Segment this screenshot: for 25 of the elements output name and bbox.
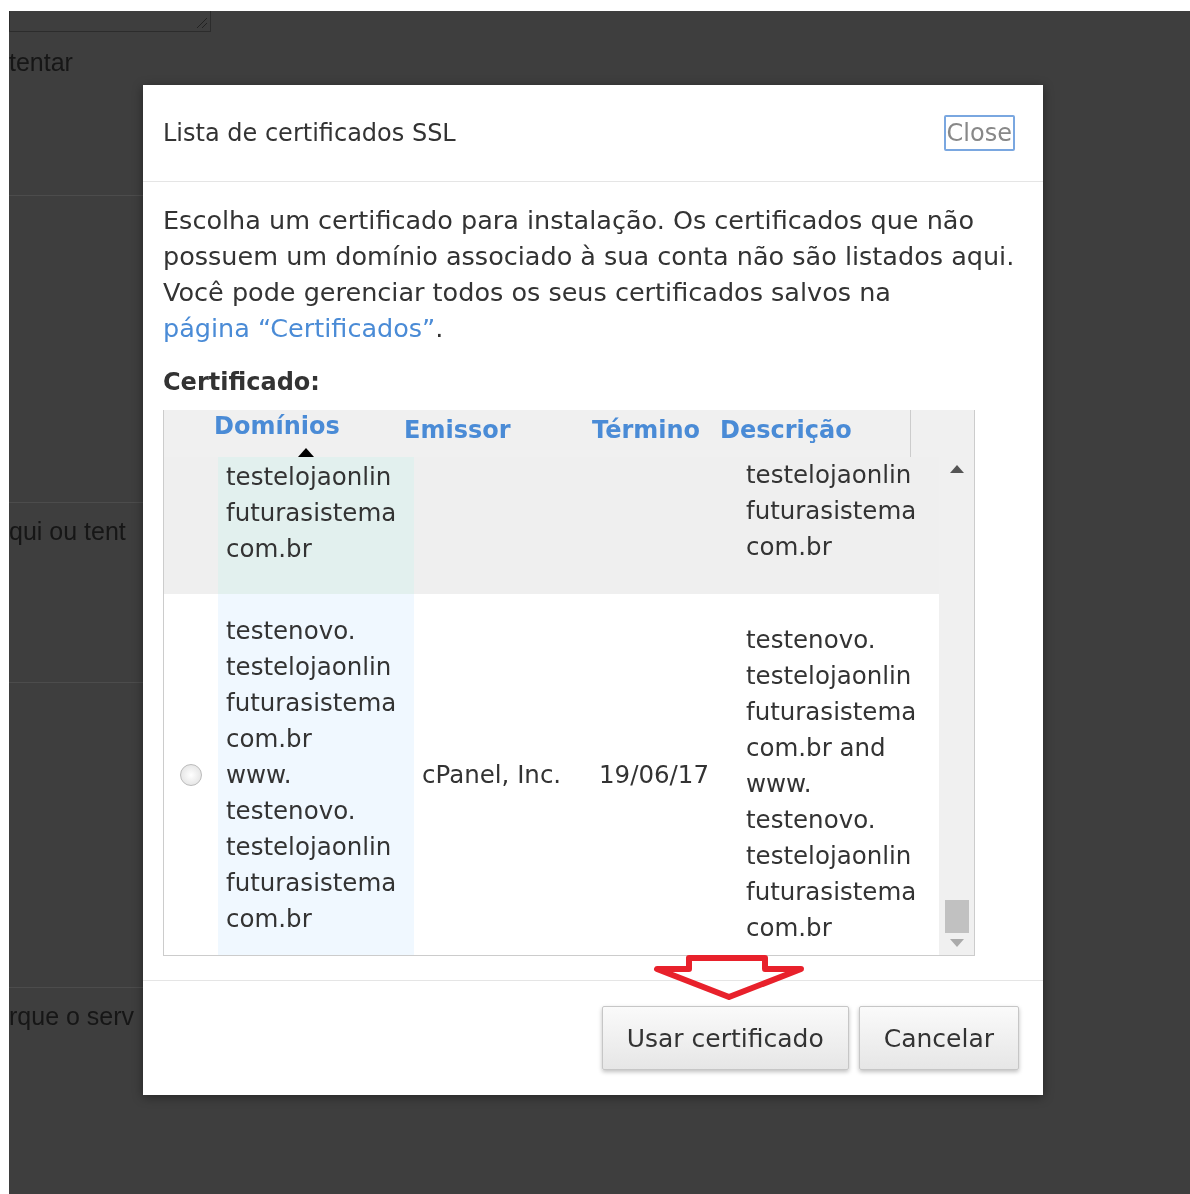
table-cell-text: testelojaonlin futurasistema com.br	[745, 459, 918, 563]
scrollbar[interactable]	[939, 457, 974, 955]
resize-grip-icon	[196, 17, 208, 29]
column-header[interactable]: Término	[592, 410, 720, 457]
table-cell-text: cPanel, Inc.	[421, 758, 563, 791]
column-header[interactable]: Descrição	[720, 410, 910, 457]
column-header[interactable]: Domínios	[214, 410, 404, 457]
scrollbar-thumb[interactable]	[944, 900, 969, 933]
radio-button[interactable]	[180, 763, 202, 786]
dialog-button[interactable]: Cancelar	[858, 1006, 1019, 1070]
table-cell-text: testenovo. testelojaonlin futurasistema com.br and www. testenovo. testelojaonlin futurasistema com.br	[745, 623, 918, 944]
scroll-up-icon[interactable]	[949, 465, 964, 473]
text-area[interactable]	[9, 11, 211, 32]
column-header[interactable]: Emissor	[404, 410, 592, 457]
table-cell-text: testelojaonlin futurasistema com.br	[225, 461, 397, 565]
field-label: Certificado:	[163, 367, 321, 398]
dialog-button[interactable]: Usar certificado	[601, 1006, 849, 1070]
table-cell-text: testenovo. testelojaonlin futurasistema com.br www. testenovo. testelojaonlin futurasistema com.br	[225, 614, 397, 935]
certificates-page-link[interactable]: página “Certificados”	[163, 313, 436, 343]
scroll-down-icon[interactable]	[949, 939, 964, 947]
table-cell-text: 19/06/17	[599, 758, 711, 791]
description-text: Escolha um certificado para instalação. Os certificados que não possuem um domínio associado à sua conta não são listados aqui. Você pode gerenciar todos os seus certificados salvos na página “Certificados”.	[163, 204, 1016, 345]
close-button[interactable]: Close	[943, 115, 1015, 151]
table-row[interactable]: testelojaonlin futurasistema com.br testelojaonlin futurasistema com.br	[164, 457, 939, 594]
dialog-title: Lista de certificados SSL	[163, 119, 456, 147]
